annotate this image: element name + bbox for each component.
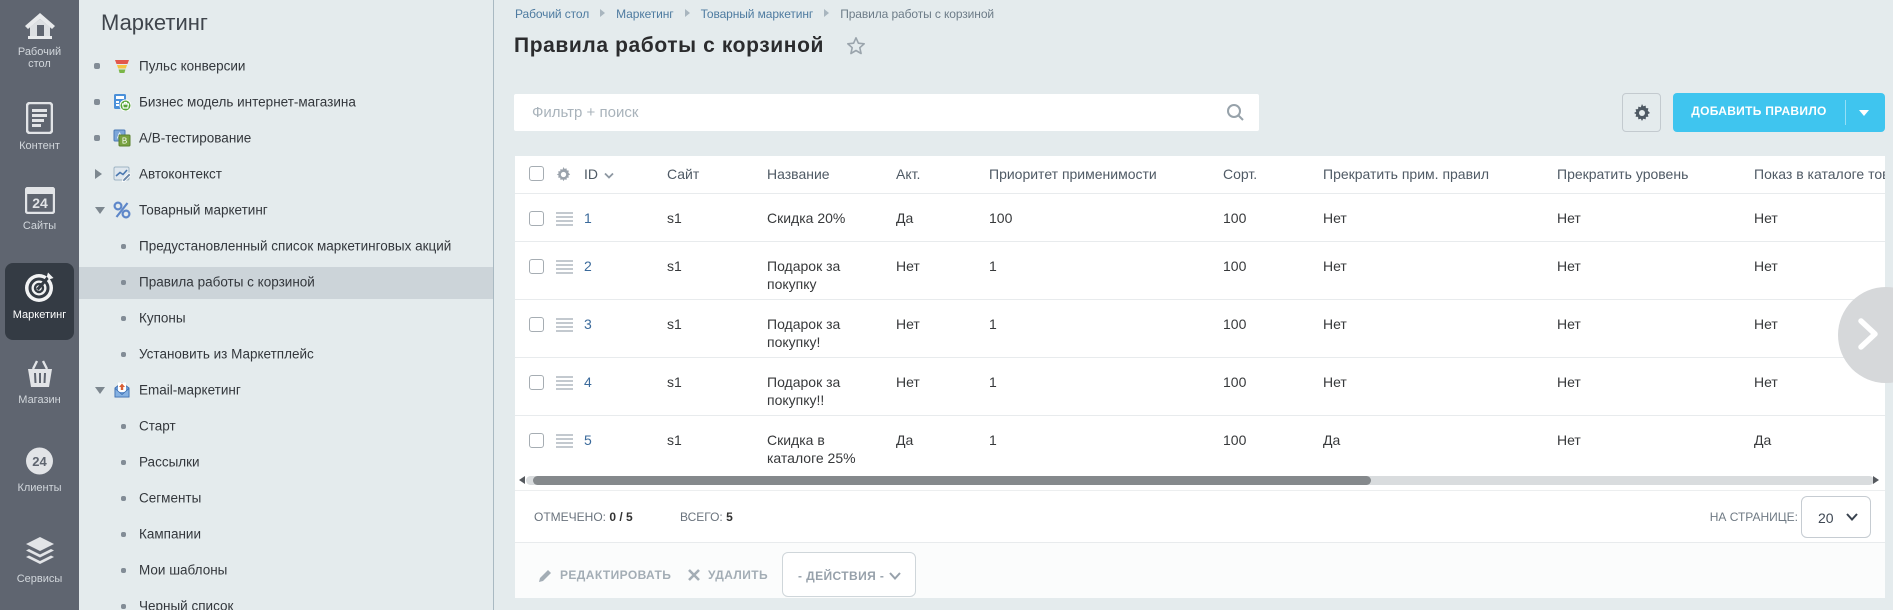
- svg-text:24: 24: [32, 454, 47, 469]
- svg-text:24: 24: [32, 195, 48, 211]
- svg-text:B: B: [122, 137, 127, 146]
